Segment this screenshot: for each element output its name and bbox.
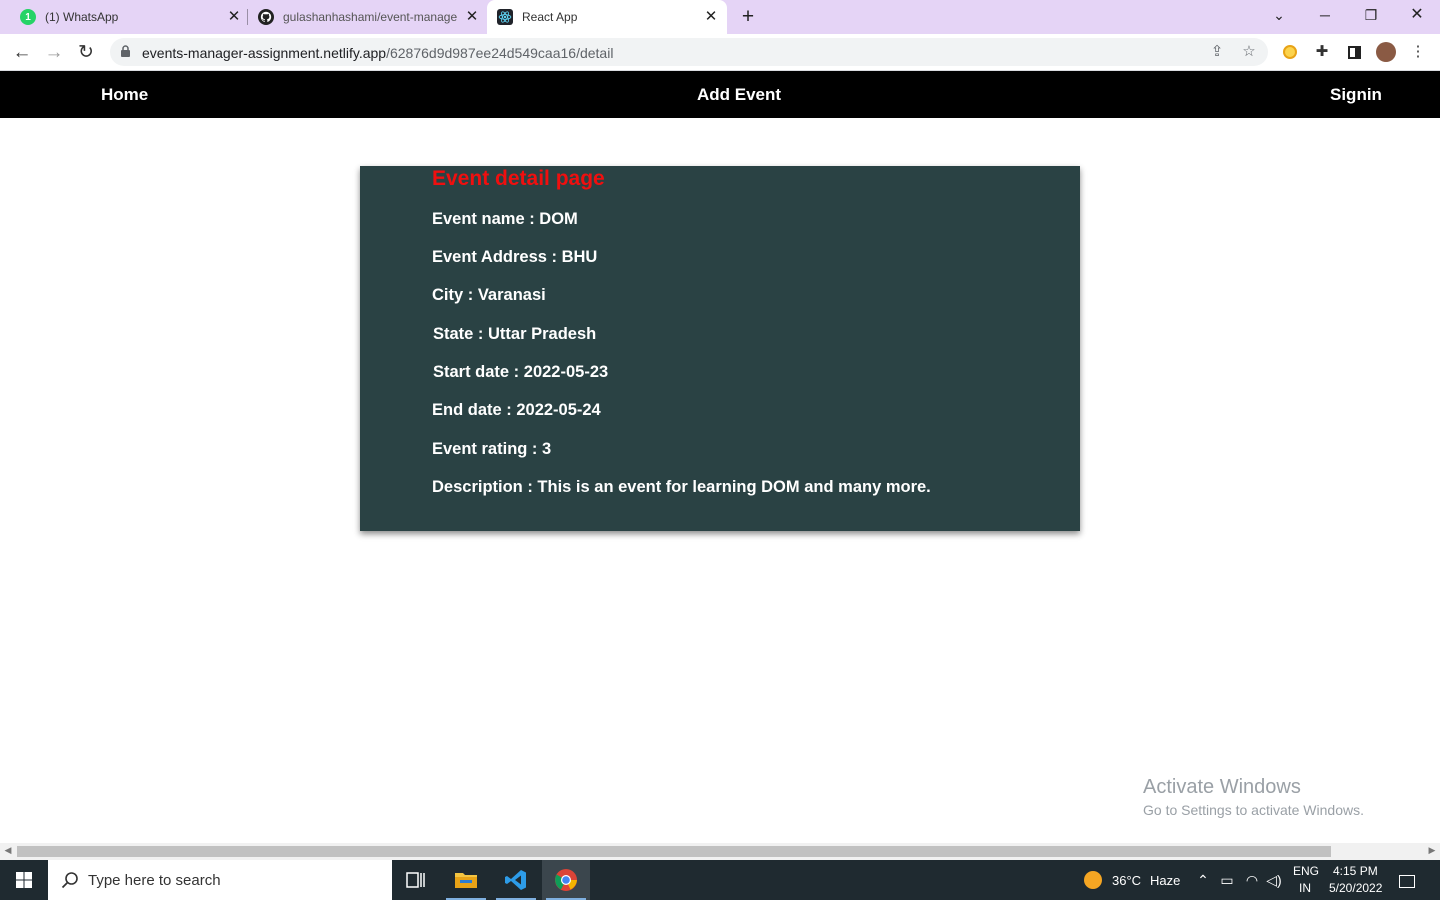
event-rating: Event rating : 3 [432,440,552,458]
weather-sun-icon[interactable] [1082,869,1104,890]
forward-icon[interactable]: → [42,41,66,65]
event-state: State : Uttar Pradesh [433,325,597,343]
side-panel-icon[interactable] [1344,42,1364,62]
battery-icon[interactable]: ▭ [1218,870,1236,890]
notifications-icon[interactable] [1398,870,1416,890]
horizontal-scrollbar[interactable]: ◀ ▶ [0,843,1440,860]
weather-temperature[interactable]: 36°C [1112,873,1141,888]
url-host: events-manager-assignment.netlify.app [142,45,387,61]
show-hidden-icons-chevron-icon[interactable]: ⌃ [1194,870,1212,890]
back-icon[interactable]: ← [10,41,34,65]
start-button[interactable] [0,860,48,900]
github-icon [258,9,274,25]
nav-add-event-link[interactable]: Add Event [697,85,781,105]
activate-windows-subtitle: Go to Settings to activate Windows. [1143,802,1364,818]
tab-whatsapp[interactable]: 1 (1) WhatsApp ✕ [20,0,242,34]
event-description: Description : This is an event for learn… [432,478,931,496]
taskbar-file-explorer[interactable] [442,860,490,900]
tab-title: gulashanhashami/event-manage [283,10,458,24]
wifi-icon[interactable]: ◠ [1243,870,1261,890]
nav-home-link[interactable]: Home [101,85,148,105]
close-tab-icon[interactable]: ✕ [464,9,480,25]
clock-time[interactable]: 4:15 PM [1333,864,1378,878]
browser-toolbar: ← → ↻ events-manager-assignment.netlify.… [0,34,1440,71]
address-bar[interactable]: events-manager-assignment.netlify.app/62… [110,38,1268,66]
profile-avatar[interactable] [1376,42,1396,63]
close-tab-icon[interactable]: ✕ [226,9,242,25]
taskbar-vscode[interactable] [492,860,540,900]
scrollbar-thumb[interactable] [17,846,1331,857]
restore-icon[interactable]: ❐ [1360,4,1382,26]
vscode-icon [505,870,526,890]
event-name: Event name : DOM [432,210,578,228]
share-icon[interactable]: ⇪ [1208,43,1226,61]
tab-title: (1) WhatsApp [45,10,119,24]
page-title: Event detail page [432,167,605,190]
bookmark-star-icon[interactable]: ☆ [1240,43,1258,61]
tab-github[interactable]: gulashanhashami/event-manage ✕ [258,0,480,34]
minimize-icon[interactable]: ─ [1314,4,1336,26]
app-navbar: Home Add Event Signin [0,71,1440,118]
search-icon [61,872,78,889]
scroll-right-arrow-icon[interactable]: ▶ [1427,845,1437,856]
whatsapp-icon: 1 [20,9,36,25]
folder-icon [455,873,477,888]
clock-date[interactable]: 5/20/2022 [1329,881,1382,895]
close-tab-icon[interactable]: ✕ [703,9,719,25]
chrome-icon [555,869,577,891]
tab-title: React App [522,10,578,24]
menu-kebab-icon[interactable]: ⋮ [1408,42,1428,62]
event-end-date: End date : 2022-05-24 [432,401,601,419]
close-window-icon[interactable]: ✕ [1406,4,1428,26]
scroll-left-arrow-icon[interactable]: ◀ [3,845,13,856]
volume-icon[interactable]: ◁) [1265,870,1283,890]
windows-taskbar: Type here to search 36°C Haze ⌃ ▭ ◠ ◁) E… [0,860,1440,900]
url-path: /62876d9d987ee24d549caa16/detail [386,45,614,61]
nav-signin-link[interactable]: Signin [1330,85,1382,105]
lock-icon [121,45,130,57]
new-tab-button[interactable]: + [737,6,759,28]
weather-description[interactable]: Haze [1150,873,1180,888]
extension-coin-icon[interactable] [1280,42,1300,62]
windows-logo-icon [16,872,32,888]
taskbar-search-box[interactable]: Type here to search [48,860,392,900]
taskbar-chrome[interactable] [542,860,590,900]
event-address: Event Address : BHU [432,248,598,266]
language-region[interactable]: IN [1299,881,1311,895]
event-city: City : Varanasi [432,286,546,304]
task-view-icon [406,872,425,888]
url-text: events-manager-assignment.netlify.app/62… [142,45,613,61]
browser-tab-strip: 1 (1) WhatsApp ✕ gulashanhashami/event-m… [0,0,1440,34]
reload-icon[interactable]: ↻ [74,41,98,65]
event-start-date: Start date : 2022-05-23 [433,363,609,381]
activate-windows-title: Activate Windows [1143,776,1301,798]
react-icon [497,9,513,25]
tab-separator [247,9,248,25]
extensions-puzzle-icon[interactable]: ✚ [1312,42,1332,62]
event-detail-card: Event detail page Event name : DOM Event… [360,166,1080,531]
task-view-button[interactable] [392,860,440,900]
tab-search-chevron-icon[interactable]: ⌄ [1268,4,1290,26]
language-code[interactable]: ENG [1293,864,1319,878]
tab-react-app[interactable]: React App ✕ [487,0,727,34]
search-placeholder: Type here to search [88,872,221,889]
